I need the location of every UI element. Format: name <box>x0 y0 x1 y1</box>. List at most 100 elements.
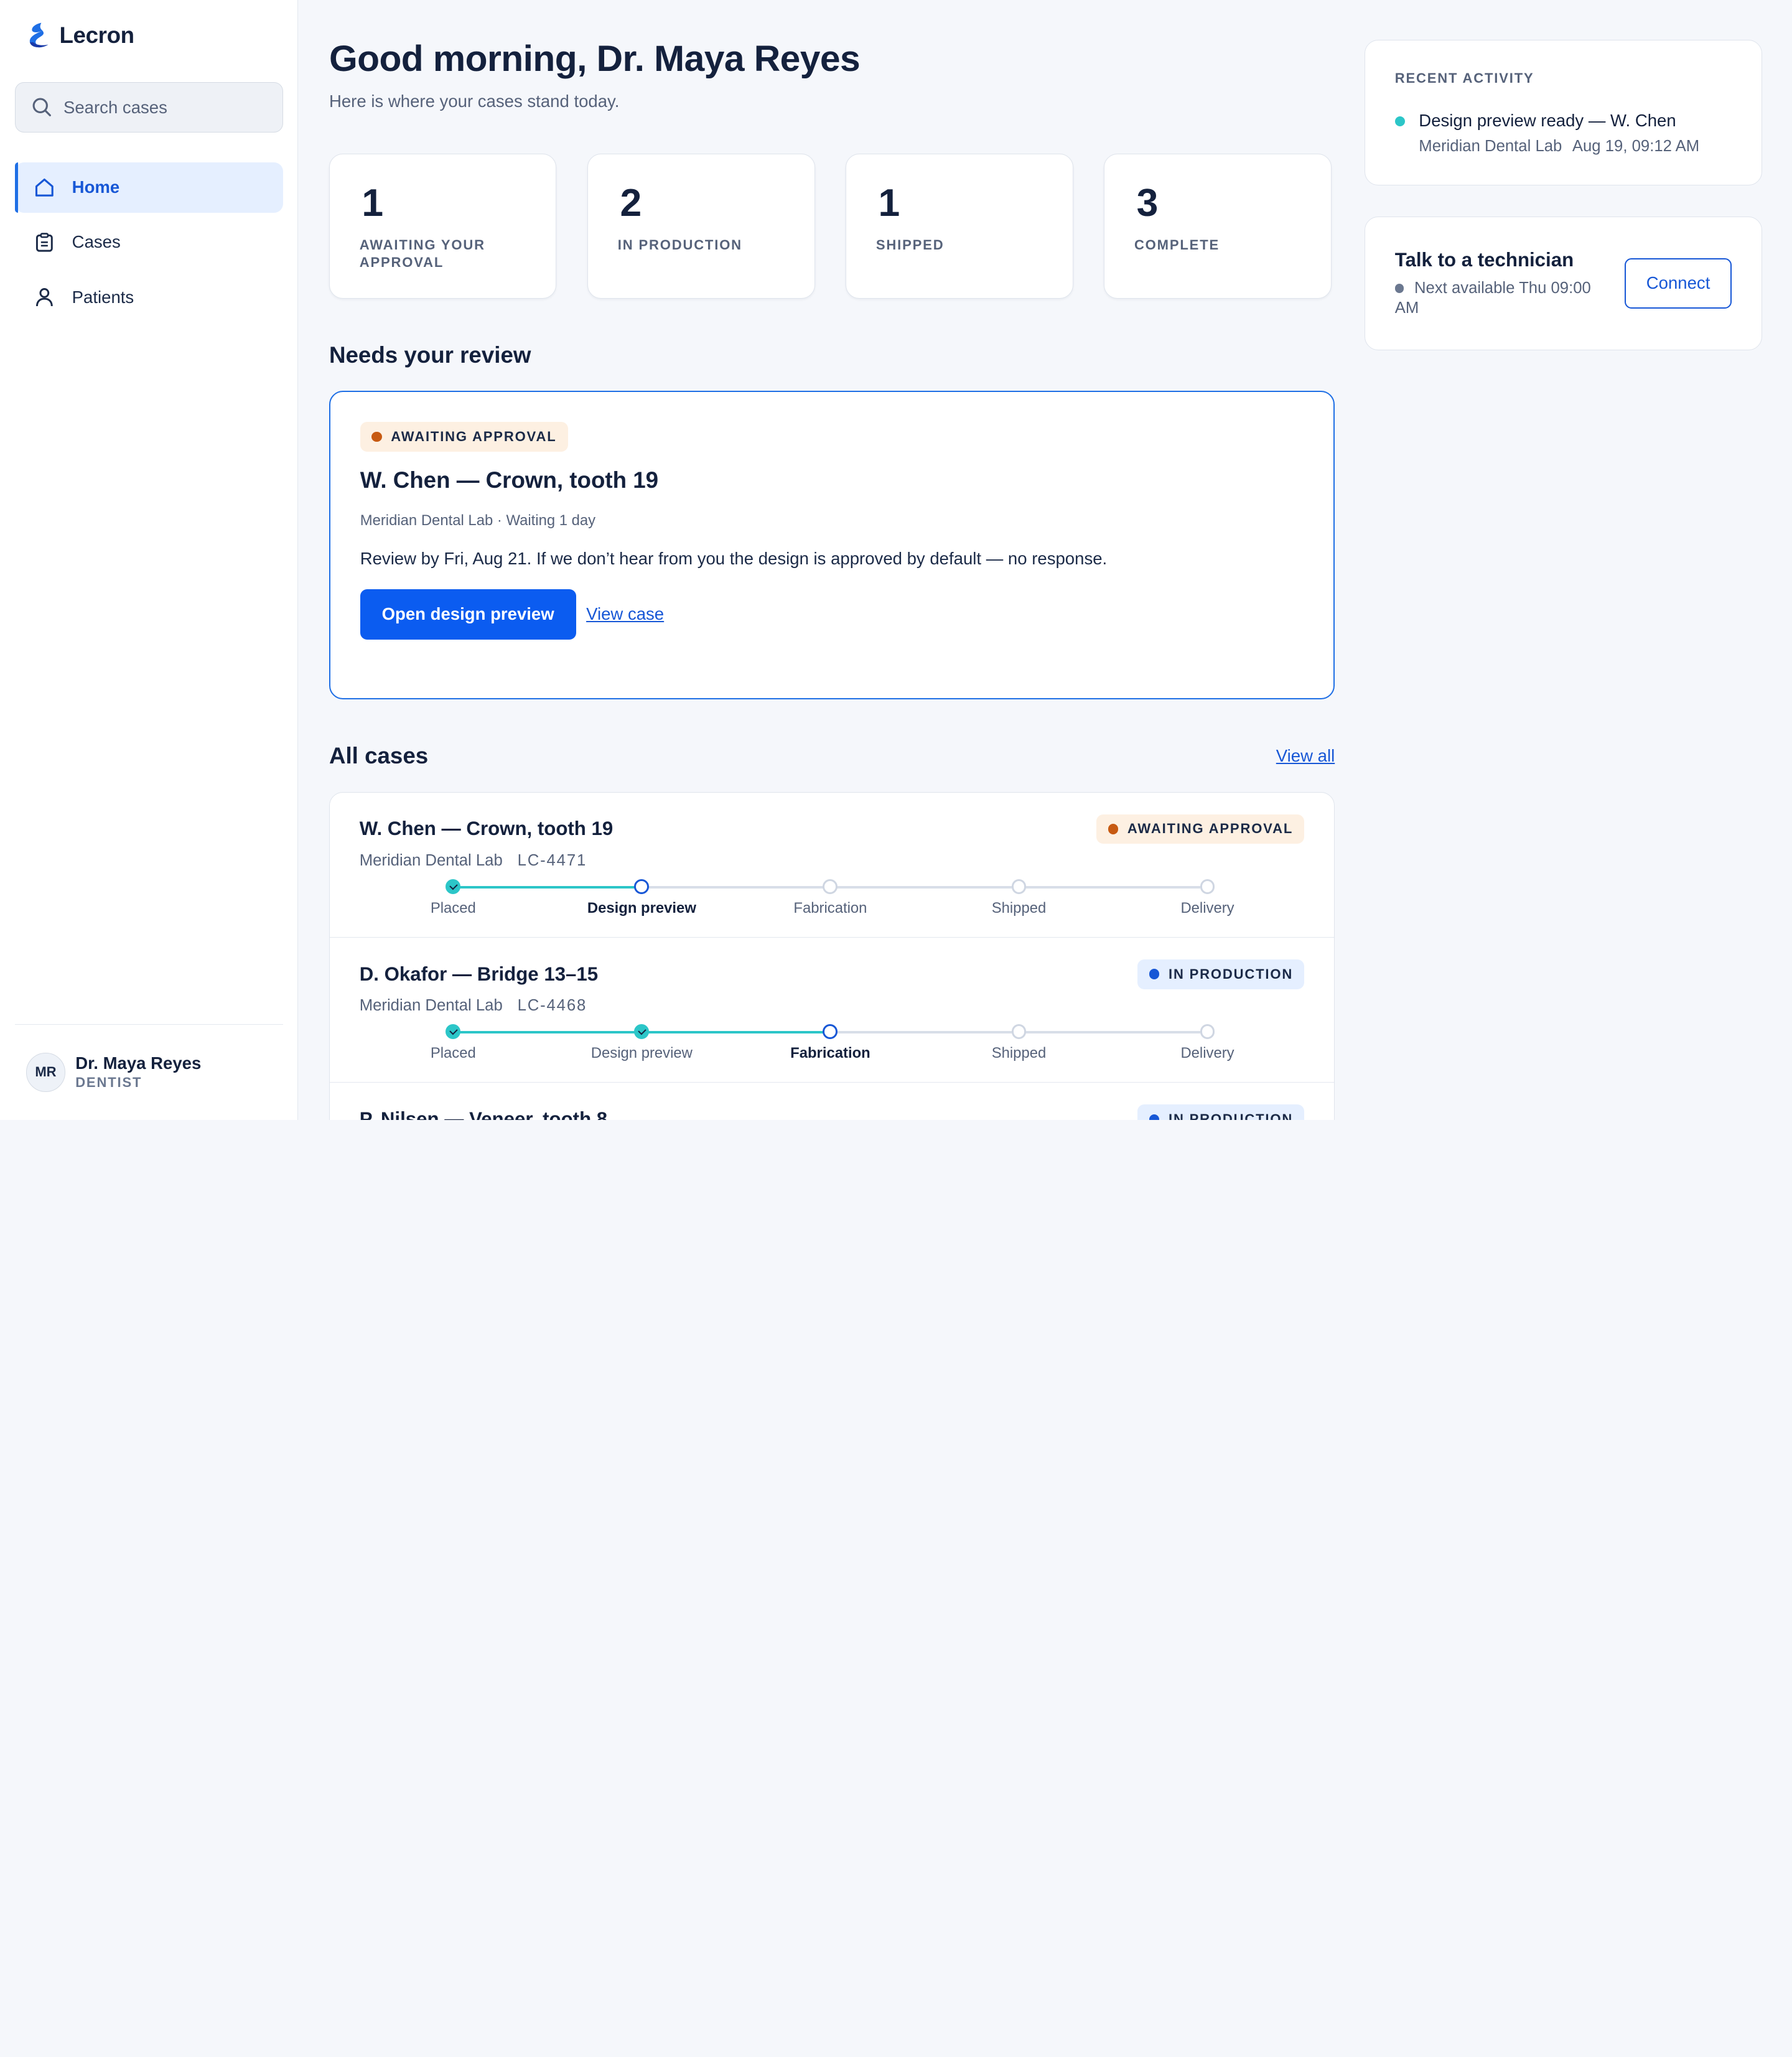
case-title: D. Okafor — Bridge 13–15 <box>359 963 599 985</box>
case-title: P. Nilsen — Veneer, tooth 8 <box>359 1108 608 1120</box>
user-name: Dr. Maya Reyes <box>75 1053 202 1073</box>
status-badge-label: AWAITING APPROVAL <box>1127 821 1294 837</box>
step-label: Design preview <box>587 899 696 917</box>
avatar: MR <box>26 1053 65 1092</box>
view-all-link[interactable]: View all <box>1276 746 1335 766</box>
sidebar-item-home[interactable]: Home <box>14 162 283 213</box>
case-lab: Meridian Dental Lab <box>359 997 503 1015</box>
step-label: Delivery <box>1180 1045 1234 1062</box>
user-profile[interactable]: MR Dr. Maya Reyes DENTIST <box>14 1024 283 1120</box>
case-row[interactable]: D. Okafor — Bridge 13–15 IN PRODUCTION Mer… <box>329 938 1335 1083</box>
search-input[interactable] <box>63 97 258 118</box>
sidebar-item-patients[interactable]: Patients <box>15 272 283 322</box>
technician-availability: Next available Thu 09:00 AM <box>1394 279 1591 317</box>
case-id: LC-4471 <box>517 852 587 870</box>
step-fabrication: Fabrication <box>750 1024 910 1062</box>
check-icon <box>446 879 461 894</box>
stat-value: 1 <box>878 181 900 225</box>
step-label: Delivery <box>1180 899 1234 917</box>
check-icon <box>446 1024 461 1039</box>
step-shipped: Shipped <box>939 879 1099 917</box>
activity-title: Design preview ready — W. Chen <box>1419 110 1676 130</box>
step-label: Design preview <box>590 1045 693 1062</box>
user-role: DENTIST <box>75 1075 142 1091</box>
sidebar-nav: Home Cases Patients <box>14 162 283 322</box>
stat-card-awaiting[interactable]: 1 AWAITING YOUR APPROVAL <box>329 153 557 299</box>
stat-card-in-production[interactable]: 2 IN PRODUCTION <box>587 153 815 299</box>
step-placed: Placed <box>373 1024 533 1062</box>
review-instructions: Review by Fri, Aug 21. If we don’t hear … <box>360 548 1108 568</box>
step-design-preview: Design preview <box>562 1024 722 1062</box>
check-icon <box>634 1024 650 1039</box>
step-delivery: Delivery <box>1127 1024 1287 1062</box>
search-box[interactable] <box>14 82 283 133</box>
search-icon <box>32 98 51 117</box>
case-title: W. Chen — Crown, tooth 19 <box>359 818 614 840</box>
step-design-preview: Design preview <box>562 879 722 917</box>
activity-item[interactable]: Design preview ready — W. Chen Meridian … <box>1394 110 1732 156</box>
needs-review-heading: Needs your review <box>329 342 531 368</box>
step-fabrication: Fabrication <box>750 879 910 917</box>
step-dot-icon <box>1200 1024 1215 1039</box>
progress-tracker: Placed Design preview Fabrication Shipped De… <box>360 879 1302 925</box>
clipboard-icon <box>33 231 56 254</box>
technician-panel: Talk to a technician Next available Thu … <box>1365 216 1763 350</box>
step-label: Fabrication <box>790 1045 870 1062</box>
all-cases-heading: All cases <box>329 742 429 768</box>
status-badge: AWAITING APPROVAL <box>360 422 568 452</box>
sidebar-item-label: Cases <box>72 232 121 252</box>
stat-card-complete[interactable]: 3 COMPLETE <box>1104 153 1332 299</box>
stat-value: 2 <box>620 181 642 225</box>
sidebar-item-label: Home <box>72 177 120 197</box>
activity-time: Aug 19, 09:12 AM <box>1572 137 1700 155</box>
case-id: LC-4468 <box>517 997 587 1015</box>
case-row[interactable]: P. Nilsen — Veneer, tooth 8 IN PRODUCTION… <box>330 1083 1334 1120</box>
open-design-preview-button[interactable]: Open design preview <box>360 589 576 640</box>
page-title: Good morning, Dr. Maya Reyes <box>329 38 861 79</box>
case-lab: Meridian Dental Lab <box>359 852 503 870</box>
review-case-meta: Meridian Dental Lab · Waiting 1 day <box>360 511 596 529</box>
stat-label: AWAITING YOUR APPROVAL <box>359 236 485 271</box>
review-card: AWAITING APPROVAL W. Chen — Crown, tooth… <box>329 391 1335 700</box>
cases-list: W. Chen — Crown, tooth 19 AWAITING APPROV… <box>329 791 1335 1120</box>
all-cases-header: All cases View all <box>329 743 1335 769</box>
availability-dot-icon <box>1394 284 1404 293</box>
review-actions: Open design preview View case <box>360 589 1304 640</box>
brand[interactable]: Lecron <box>15 18 283 52</box>
status-badge-label: AWAITING APPROVAL <box>391 428 557 444</box>
sidebar-item-cases[interactable]: Cases <box>15 217 283 268</box>
connect-button[interactable]: Connect <box>1624 258 1732 309</box>
home-icon <box>33 176 56 199</box>
app-shell: Lecron Home Cases <box>0 0 1792 1120</box>
stat-card-shipped[interactable]: 1 SHIPPED <box>846 153 1073 299</box>
progress-tracker: Placed Design preview Fabrication Shipped De… <box>360 1024 1302 1070</box>
status-badge: IN PRODUCTION <box>1137 1104 1305 1120</box>
technician-title: Talk to a technician <box>1394 248 1574 271</box>
step-placed: Placed <box>373 879 533 917</box>
status-badge: AWAITING APPROVAL <box>1096 814 1305 844</box>
case-row[interactable]: W. Chen — Crown, tooth 19 AWAITING APPROV… <box>329 793 1335 938</box>
status-dot-icon <box>371 431 382 442</box>
step-dot-icon <box>1011 1024 1027 1039</box>
stat-label: IN PRODUCTION <box>617 236 742 253</box>
page-subtitle: Here is where your cases stand today. <box>329 91 620 111</box>
activity-dot-icon <box>1394 116 1406 127</box>
step-shipped: Shipped <box>939 1024 1099 1062</box>
lecron-logo-icon <box>29 22 49 48</box>
brand-name: Lecron <box>59 22 134 48</box>
right-rail: RECENT ACTIVITY Design preview ready — W… <box>1333 0 1763 1120</box>
step-delivery: Delivery <box>1127 879 1287 917</box>
step-label: Shipped <box>991 1045 1047 1062</box>
person-icon <box>33 286 56 309</box>
step-label: Fabrication <box>793 899 867 917</box>
view-case-link[interactable]: View case <box>586 604 664 624</box>
review-case-title: W. Chen — Crown, tooth 19 <box>360 467 659 493</box>
activity-lab: Meridian Dental Lab <box>1419 137 1562 155</box>
stat-label: SHIPPED <box>875 236 945 253</box>
step-dot-icon <box>1011 879 1027 894</box>
step-label: Shipped <box>991 899 1047 917</box>
sidebar: Lecron Home Cases <box>0 0 299 1120</box>
status-dot-icon <box>1108 824 1119 834</box>
step-label: Placed <box>430 1045 476 1062</box>
sidebar-item-label: Patients <box>72 287 134 307</box>
